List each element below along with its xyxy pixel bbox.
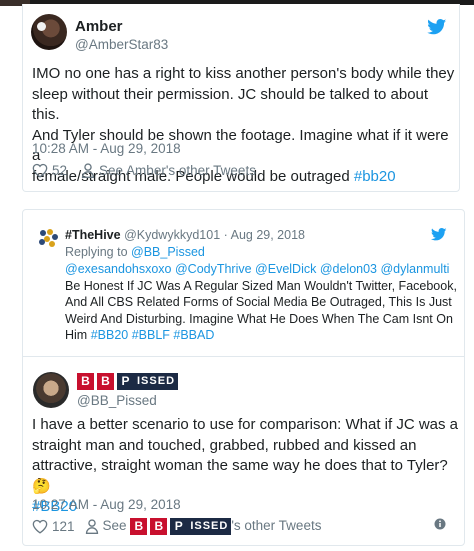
avatar[interactable]: [31, 14, 67, 50]
tweet-text-line: attractive, straight woman the same way …: [32, 457, 448, 495]
quoted-mentions[interactable]: @exesandohsxoxo @CodyThrive @EvelDick @d…: [65, 261, 460, 278]
logo-letter: B: [97, 373, 114, 391]
heart-icon[interactable]: [32, 163, 48, 178]
see-other-tweets-link[interactable]: See Amber's other Tweets: [99, 163, 256, 178]
logo-word: ISSED: [134, 373, 179, 391]
twitter-bird-icon[interactable]: [427, 19, 447, 35]
logo-word: ISSED: [187, 518, 232, 535]
replying-to-label: Replying to: [65, 245, 132, 259]
like-count[interactable]: 52: [52, 163, 67, 178]
author-name-logo[interactable]: B B P ISSED: [77, 373, 179, 391]
heart-icon[interactable]: [32, 519, 48, 534]
tweet-text-line: straight man and touched, grabbed, rubbe…: [32, 436, 417, 454]
replying-to: Replying to @BB_Pissed: [65, 245, 205, 259]
tweet-card-amber: Amber @AmberStar83 IMO no one has a righ…: [22, 4, 460, 192]
quoted-text-line: Weird And Disturbing. Imagine What He Do…: [65, 311, 453, 326]
quoted-hashtags[interactable]: #BB20 #BBLF #BBAD: [91, 328, 215, 342]
info-icon[interactable]: [434, 518, 446, 530]
author-name[interactable]: Amber: [75, 18, 123, 35]
timestamp[interactable]: 10:27 AM - Aug 29, 2018: [32, 497, 181, 512]
logo-letter: P: [117, 373, 134, 391]
tweet-text-line: sleep without their permission. JC shoul…: [32, 85, 429, 124]
separator-dot: ·: [223, 228, 228, 242]
logo-letter: B: [77, 373, 94, 391]
quoted-author-handle[interactable]: @Kydwykkyd101: [124, 228, 220, 242]
quoted-author: #TheHive @Kydwykkyd101 · Aug 29, 2018: [65, 228, 305, 242]
tweet-text-line: I have a better scenario to use for comp…: [32, 416, 459, 433]
quoted-text: @exesandohsxoxo @CodyThrive @EvelDick @d…: [65, 261, 460, 344]
logo-letter: B: [150, 518, 168, 535]
avatar[interactable]: [33, 372, 69, 408]
quoted-text-line: Him: [65, 328, 91, 343]
quoted-date[interactable]: Aug 29, 2018: [231, 228, 305, 242]
quoted-author-name[interactable]: #TheHive: [65, 228, 121, 242]
tweet-actions: 52 See Amber's other Tweets: [32, 163, 256, 178]
tweet-card-bb-pissed: #TheHive @Kydwykkyd101 · Aug 29, 2018 Re…: [22, 209, 465, 546]
person-icon: [85, 519, 98, 534]
hive-avatar[interactable]: [38, 228, 58, 248]
divider: [23, 356, 464, 357]
timestamp[interactable]: 10:28 AM - Aug 29, 2018: [32, 141, 181, 156]
logo-letter: B: [130, 518, 148, 535]
tweet-text-line: IMO no one has a right to kiss another p…: [32, 65, 455, 82]
see-suffix: 's other Tweets: [231, 518, 322, 534]
like-count[interactable]: 121: [52, 519, 75, 534]
person-icon: [81, 163, 95, 178]
see-other-tweets-link[interactable]: See B B P ISSED's other Tweets: [102, 518, 322, 535]
twitter-bird-icon[interactable]: [431, 228, 447, 241]
replying-to-handle[interactable]: @BB_Pissed: [131, 245, 205, 259]
quoted-text-line: Be Honest If JC Was A Regular Sized Man …: [65, 278, 457, 293]
hashtag-link[interactable]: #bb20: [354, 168, 396, 185]
tweet-actions: 121 See B B P ISSED's other Tweets: [32, 518, 321, 535]
author-handle[interactable]: @BB_Pissed: [77, 393, 157, 408]
author-handle[interactable]: @AmberStar83: [75, 37, 168, 52]
quoted-text-line: And All CBS Related Forms of Social Medi…: [65, 295, 452, 310]
logo-letter: P: [170, 518, 188, 535]
see-prefix: See: [102, 518, 131, 534]
